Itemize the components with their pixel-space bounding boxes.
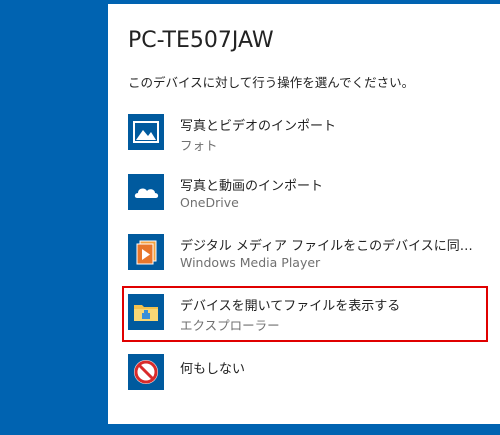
- option-do-nothing[interactable]: 何もしない: [122, 346, 488, 402]
- option-label: 何もしない: [180, 362, 246, 377]
- onedrive-icon: [128, 174, 164, 210]
- option-app-name: OneDrive: [180, 195, 239, 210]
- option-label: 写真とビデオのインポート: [180, 119, 337, 134]
- option-label: デジタル メディア ファイルをこのデバイスに同期さ...: [180, 239, 480, 254]
- action-prompt: このデバイスに対して行う操作を選んでください。: [128, 75, 415, 90]
- option-label: 写真と動画のインポート: [180, 179, 324, 194]
- option-open-folder-explorer[interactable]: デバイスを開いてファイルを表示する エクスプローラー: [122, 286, 488, 342]
- autoplay-panel: PC-TE507JAW このデバイスに対して行う操作を選んでください。 写真とビ…: [108, 4, 500, 424]
- option-import-onedrive[interactable]: 写真と動画のインポート OneDrive: [122, 166, 488, 222]
- device-title: PC-TE507JAW: [128, 28, 274, 53]
- option-app-name: エクスプローラー: [180, 318, 280, 333]
- folder-icon: [128, 294, 164, 330]
- option-label: デバイスを開いてファイルを表示する: [180, 299, 401, 314]
- photos-icon: [128, 114, 164, 150]
- option-app-name: Windows Media Player: [180, 255, 321, 270]
- option-app-name: フォト: [180, 138, 218, 153]
- option-sync-media-player[interactable]: デジタル メディア ファイルをこのデバイスに同期さ... Windows Med…: [122, 226, 488, 282]
- media-player-icon: [128, 234, 164, 270]
- no-action-icon: [128, 354, 164, 390]
- option-import-photos-videos[interactable]: 写真とビデオのインポート フォト: [122, 106, 488, 162]
